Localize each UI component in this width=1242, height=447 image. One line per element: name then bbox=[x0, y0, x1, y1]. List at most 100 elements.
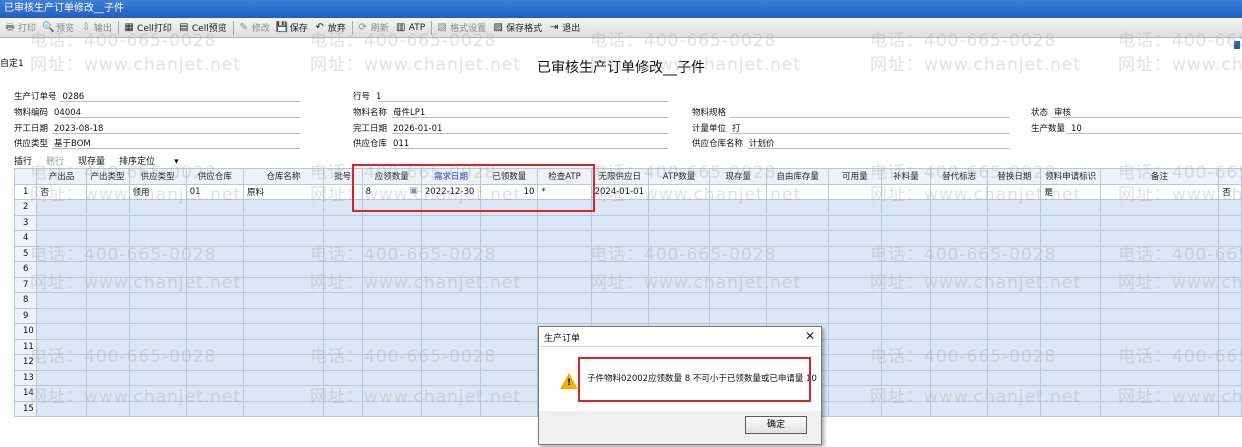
delete-row-button[interactable]: 删行 bbox=[46, 154, 64, 167]
toolbar-button[interactable]: ▦ Cell打印 bbox=[121, 19, 176, 37]
table-cell[interactable] bbox=[709, 183, 768, 200]
table-cell[interactable] bbox=[85, 199, 130, 216]
table-cell[interactable] bbox=[480, 276, 539, 293]
table-cell[interactable] bbox=[537, 276, 592, 293]
insert-row-button[interactable]: 插行 bbox=[14, 154, 32, 167]
table-cell[interactable] bbox=[361, 261, 422, 278]
table-cell[interactable] bbox=[709, 230, 768, 247]
table-cell[interactable] bbox=[1099, 199, 1220, 216]
table-cell[interactable] bbox=[1040, 385, 1101, 402]
table-cell[interactable] bbox=[1099, 307, 1220, 324]
table-cell[interactable] bbox=[85, 338, 130, 355]
table-cell[interactable] bbox=[420, 245, 482, 262]
table-cell[interactable] bbox=[480, 400, 539, 417]
column-header[interactable]: 可用量 bbox=[827, 168, 882, 185]
table-cell[interactable] bbox=[987, 183, 1042, 200]
table-cell[interactable] bbox=[987, 230, 1042, 247]
table-cell[interactable] bbox=[420, 261, 482, 278]
table-cell[interactable] bbox=[361, 214, 422, 231]
table-cell[interactable] bbox=[766, 307, 829, 324]
table-cell[interactable] bbox=[243, 261, 324, 278]
table-cell[interactable] bbox=[85, 400, 130, 417]
table-cell[interactable] bbox=[85, 230, 130, 247]
table-cell[interactable] bbox=[128, 245, 187, 262]
table-cell[interactable] bbox=[880, 354, 932, 371]
table-cell[interactable] bbox=[1218, 338, 1242, 355]
table-cell[interactable] bbox=[36, 292, 87, 309]
table-cell[interactable] bbox=[987, 307, 1042, 324]
table-cell[interactable] bbox=[1218, 369, 1242, 386]
table-cell[interactable] bbox=[36, 245, 87, 262]
column-header[interactable]: 供应仓库 bbox=[185, 168, 245, 185]
table-row[interactable]: 3 bbox=[13, 214, 1242, 231]
table-cell[interactable] bbox=[1040, 369, 1101, 386]
table-cell[interactable] bbox=[880, 292, 932, 309]
table-cell[interactable] bbox=[880, 276, 932, 293]
sort-locate-button[interactable]: 排序定位 ▾ bbox=[119, 154, 193, 167]
table-cell[interactable] bbox=[1099, 183, 1220, 200]
table-cell[interactable] bbox=[243, 307, 324, 324]
table-cell[interactable] bbox=[361, 354, 422, 371]
table-cell[interactable] bbox=[647, 199, 711, 216]
toolbar-button[interactable]: ▥ ATP bbox=[393, 19, 429, 37]
table-cell[interactable] bbox=[880, 199, 932, 216]
table-cell[interactable] bbox=[827, 354, 882, 371]
table-cell[interactable] bbox=[361, 400, 422, 417]
table-cell[interactable] bbox=[85, 276, 130, 293]
table-cell[interactable] bbox=[709, 307, 768, 324]
table-cell[interactable] bbox=[185, 385, 245, 402]
column-header[interactable]: 产出品 bbox=[36, 168, 87, 185]
table-cell[interactable] bbox=[590, 245, 649, 262]
toolbar-button[interactable]: ▨ 保存格式 bbox=[490, 19, 546, 37]
table-cell[interactable] bbox=[128, 292, 187, 309]
table-cell[interactable] bbox=[361, 323, 422, 340]
toolbar-button[interactable]: ⟳ 刷新 bbox=[355, 19, 393, 37]
table-cell[interactable] bbox=[361, 292, 422, 309]
table-cell[interactable] bbox=[480, 292, 539, 309]
table-cell[interactable] bbox=[128, 261, 187, 278]
stock-button[interactable]: 现存量 bbox=[78, 154, 105, 167]
table-cell[interactable] bbox=[827, 183, 882, 200]
table-cell[interactable] bbox=[827, 385, 882, 402]
toolbar-button[interactable]: 🖶 打印 bbox=[2, 19, 40, 37]
table-cell[interactable] bbox=[1218, 230, 1242, 247]
table-cell[interactable] bbox=[185, 369, 245, 386]
table-cell[interactable] bbox=[987, 385, 1042, 402]
table-cell[interactable] bbox=[185, 292, 245, 309]
table-cell[interactable] bbox=[85, 369, 130, 386]
table-cell[interactable] bbox=[185, 199, 245, 216]
table-cell[interactable] bbox=[1099, 400, 1220, 417]
table-cell[interactable] bbox=[537, 292, 592, 309]
table-cell[interactable] bbox=[1218, 214, 1242, 231]
table-cell[interactable] bbox=[537, 261, 592, 278]
table-cell[interactable] bbox=[361, 230, 422, 247]
table-row[interactable]: 4 bbox=[13, 230, 1242, 247]
table-cell[interactable] bbox=[1040, 307, 1101, 324]
table-cell[interactable] bbox=[827, 307, 882, 324]
table-cell[interactable] bbox=[590, 307, 649, 324]
table-cell[interactable] bbox=[880, 385, 932, 402]
column-header[interactable]: ATP数量 bbox=[647, 168, 711, 185]
table-cell[interactable] bbox=[647, 276, 711, 293]
table-cell[interactable] bbox=[36, 276, 87, 293]
table-cell[interactable] bbox=[480, 307, 539, 324]
table-cell[interactable] bbox=[827, 245, 882, 262]
table-cell[interactable] bbox=[880, 245, 932, 262]
table-row[interactable]: 5 bbox=[13, 245, 1242, 262]
table-cell[interactable] bbox=[85, 292, 130, 309]
table-cell[interactable] bbox=[930, 400, 989, 417]
toolbar-button[interactable]: ⇥ 退出 bbox=[546, 19, 584, 37]
table-cell[interactable] bbox=[930, 338, 989, 355]
table-cell[interactable] bbox=[930, 307, 989, 324]
table-cell[interactable] bbox=[987, 369, 1042, 386]
table-cell[interactable] bbox=[987, 199, 1042, 216]
toolbar-button[interactable]: ⇩ 输出 bbox=[78, 19, 116, 37]
table-cell[interactable] bbox=[1218, 323, 1242, 340]
table-cell[interactable] bbox=[1099, 385, 1220, 402]
table-cell[interactable] bbox=[647, 183, 711, 200]
table-cell[interactable] bbox=[590, 292, 649, 309]
table-cell[interactable] bbox=[322, 214, 363, 231]
table-cell[interactable] bbox=[987, 354, 1042, 371]
table-cell[interactable] bbox=[185, 338, 245, 355]
table-cell[interactable] bbox=[930, 369, 989, 386]
